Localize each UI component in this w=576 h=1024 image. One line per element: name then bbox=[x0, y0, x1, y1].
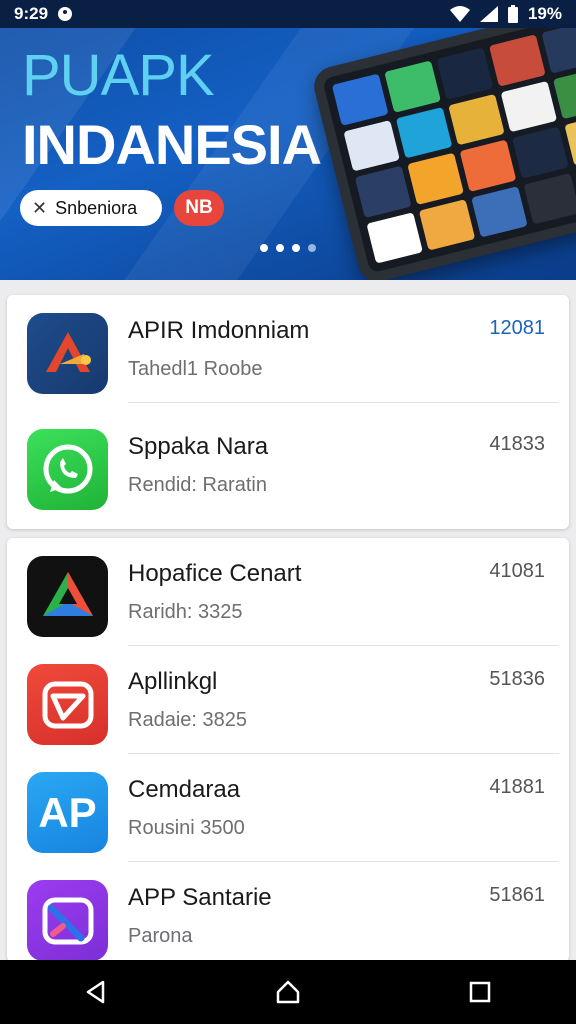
mail-icon bbox=[27, 664, 108, 745]
back-button[interactable] bbox=[66, 962, 126, 1022]
recents-button[interactable] bbox=[450, 962, 510, 1022]
status-bar: 9:29 19% bbox=[0, 0, 576, 28]
app-row[interactable]: APIR Imdonniam Tahedl1 Roobe 12081 bbox=[7, 295, 569, 403]
recents-icon bbox=[469, 981, 491, 1003]
app-subtitle: Rendid: Raratin bbox=[128, 474, 267, 496]
notification-icon bbox=[58, 7, 73, 21]
adobe-style-icon bbox=[27, 313, 108, 394]
system-navigation-bar bbox=[0, 960, 576, 1024]
app-subtitle: Radaie: 3825 bbox=[128, 709, 247, 731]
app-name: Hopafice Cenart bbox=[128, 560, 302, 587]
pager-dot[interactable] bbox=[292, 244, 300, 252]
row-divider bbox=[128, 402, 559, 403]
status-time: 9:29 bbox=[14, 4, 49, 23]
app-name: APP Santarie bbox=[128, 884, 272, 911]
app-list-card-top: APIR Imdonniam Tahedl1 Roobe 12081 Sppak… bbox=[7, 295, 569, 529]
app-count: 41881 bbox=[489, 776, 545, 798]
slash-icon bbox=[27, 880, 108, 961]
banner-title-line2: INDANESIA bbox=[22, 113, 322, 176]
app-list-card-bottom: Hopafice Cenart Raridh: 3325 41081 Aplli… bbox=[7, 538, 569, 962]
banner-badge[interactable]: NB bbox=[174, 190, 224, 226]
app-row[interactable]: Sppaka Nara Rendid: Raratin 41833 bbox=[7, 411, 569, 519]
app-row[interactable]: AP Cemdaraa Rousini 3500 41881 bbox=[7, 754, 569, 862]
app-row[interactable]: Hopafice Cenart Raridh: 3325 41081 bbox=[7, 538, 569, 646]
app-name: Cemdaraa bbox=[128, 776, 241, 803]
app-subtitle: Tahedl1 Roobe bbox=[128, 358, 263, 380]
tablet-screen bbox=[322, 28, 576, 274]
play-triangle-icon bbox=[27, 556, 108, 637]
app-name: Sppaka Nara bbox=[128, 433, 269, 460]
battery-text: 19% bbox=[527, 4, 562, 23]
pager-dots bbox=[260, 244, 316, 252]
pager-dot[interactable] bbox=[260, 244, 268, 252]
pager-dot[interactable] bbox=[276, 244, 284, 252]
app-count: 51836 bbox=[489, 668, 545, 690]
hero-banner[interactable]: PUAPK INDANESIA ✕ Snbeniora NB bbox=[0, 28, 576, 280]
app-row[interactable]: Apllinkgl Radaie: 3825 51836 bbox=[7, 646, 569, 754]
banner-chip-label: Snbeniora bbox=[55, 197, 138, 218]
app-subtitle: Raridh: 3325 bbox=[128, 601, 243, 623]
pager-dot[interactable] bbox=[308, 244, 316, 252]
app-name: Apllinkgl bbox=[128, 668, 218, 695]
whatsapp-icon bbox=[27, 429, 108, 510]
app-row[interactable]: APP Santarie Parona 51861 bbox=[7, 862, 569, 970]
home-button[interactable] bbox=[258, 962, 318, 1022]
signal-icon bbox=[479, 6, 498, 22]
wifi-icon bbox=[449, 6, 470, 22]
banner-chip[interactable]: ✕ Snbeniora bbox=[20, 190, 162, 226]
banner-title-line1: PUAPK bbox=[22, 43, 215, 108]
app-count: 12081 bbox=[489, 317, 545, 339]
close-icon: ✕ bbox=[32, 197, 48, 218]
app-name: APIR Imdonniam bbox=[128, 317, 310, 344]
app-subtitle: Parona bbox=[128, 925, 193, 947]
app-count: 51861 bbox=[489, 884, 545, 906]
ap-icon-text: AP bbox=[38, 788, 97, 836]
app-count: 41081 bbox=[489, 560, 545, 582]
battery-icon bbox=[507, 5, 518, 23]
app-subtitle: Rousini 3500 bbox=[128, 817, 245, 839]
back-icon bbox=[86, 980, 105, 1004]
home-icon bbox=[276, 980, 300, 1004]
ap-letters-icon: AP bbox=[27, 772, 108, 853]
app-count: 41833 bbox=[489, 433, 545, 455]
tablet-illustration bbox=[310, 28, 576, 280]
